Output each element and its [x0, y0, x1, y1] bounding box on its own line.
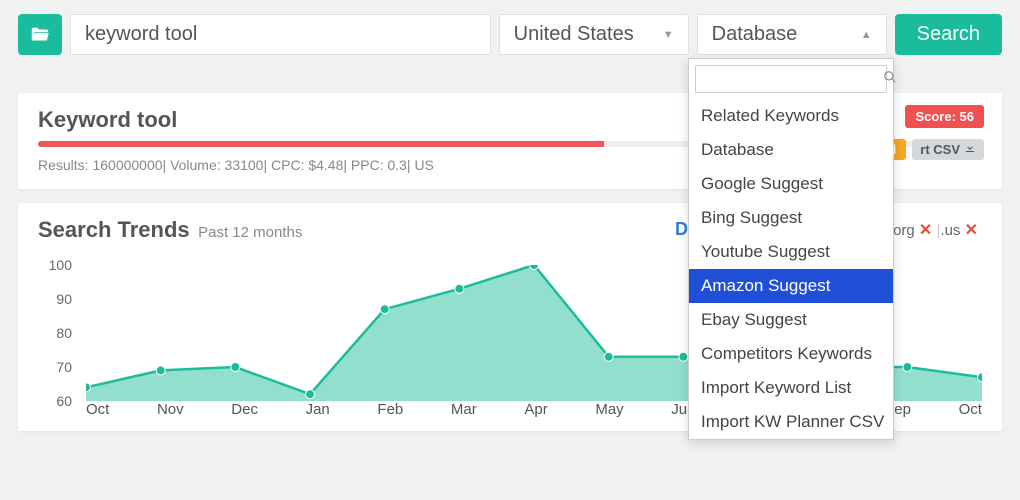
- score-badge: Score: 56: [905, 105, 984, 128]
- x-tick-label: Feb: [377, 401, 403, 425]
- database-dropdown: Related KeywordsDatabaseGoogle SuggestBi…: [688, 58, 894, 440]
- caret-up-icon: ▲: [861, 29, 872, 41]
- trends-title: Search Trends: [38, 217, 190, 242]
- search-icon: [883, 70, 897, 89]
- y-tick-label: 90: [56, 291, 72, 307]
- keyword-input[interactable]: [70, 14, 491, 55]
- dropdown-item[interactable]: Related Keywords: [689, 99, 893, 133]
- dropdown-item[interactable]: Import KW Planner CSV: [689, 405, 893, 439]
- x-tick-label: Jan: [306, 401, 330, 425]
- score-progress-fill: [38, 141, 604, 147]
- x-tick-label: May: [595, 401, 623, 425]
- folder-open-icon: [29, 24, 51, 46]
- dropdown-item[interactable]: Google Suggest: [689, 167, 893, 201]
- dropdown-item[interactable]: Ebay Suggest: [689, 303, 893, 337]
- dropdown-search-wrap: [689, 59, 893, 99]
- chart-y-axis: 60708090100: [38, 265, 78, 401]
- dropdown-item[interactable]: Import Keyword List: [689, 371, 893, 405]
- dropdown-item[interactable]: Amazon Suggest: [689, 269, 893, 303]
- country-select-value: United States: [514, 23, 634, 46]
- caret-down-icon: ▼: [663, 29, 674, 41]
- x-tick-label: Dec: [231, 401, 258, 425]
- dropdown-item[interactable]: Competitors Keywords: [689, 337, 893, 371]
- x-icon: ✕: [965, 222, 978, 239]
- x-tick-label: Apr: [524, 401, 547, 425]
- trends-subtitle: Past 12 months: [198, 224, 302, 241]
- download-icon: [964, 142, 976, 157]
- y-tick-label: 100: [49, 257, 72, 273]
- dropdown-item[interactable]: Database: [689, 133, 893, 167]
- x-tick-label: Oct: [959, 401, 982, 425]
- export-csv-button[interactable]: rt CSV: [912, 139, 984, 160]
- x-tick-label: Mar: [451, 401, 477, 425]
- dropdown-search-input[interactable]: [702, 68, 883, 90]
- folder-button[interactable]: [18, 14, 62, 55]
- dropdown-list: Related KeywordsDatabaseGoogle SuggestBi…: [689, 99, 893, 439]
- dropdown-item[interactable]: Bing Suggest: [689, 201, 893, 235]
- search-button[interactable]: Search: [895, 14, 1002, 55]
- y-tick-label: 70: [56, 359, 72, 375]
- x-icon: ✕: [919, 222, 932, 239]
- y-tick-label: 60: [56, 393, 72, 409]
- y-tick-label: 80: [56, 325, 72, 341]
- database-select-value: Database: [712, 23, 798, 46]
- database-select[interactable]: Database ▲: [697, 14, 887, 55]
- x-tick-label: Oct: [86, 401, 109, 425]
- x-tick-label: Nov: [157, 401, 184, 425]
- tld-label: .us: [940, 222, 964, 239]
- dropdown-item[interactable]: Youtube Suggest: [689, 235, 893, 269]
- country-select[interactable]: United States ▼: [499, 14, 689, 55]
